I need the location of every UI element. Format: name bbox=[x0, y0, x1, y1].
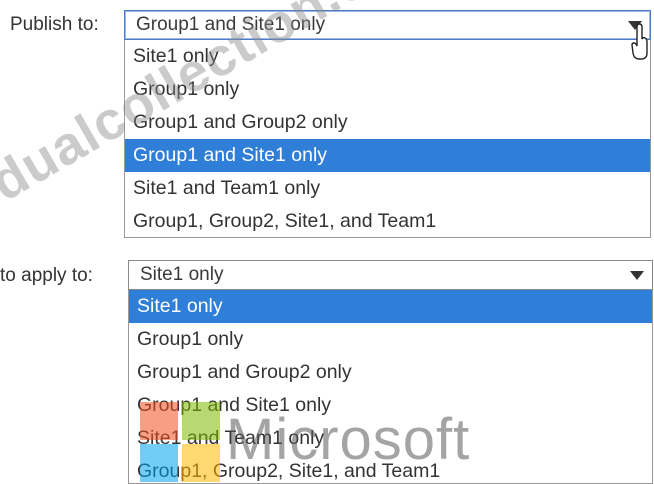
auto-apply-to-dropdown[interactable]: Site1 only bbox=[128, 260, 653, 290]
auto-apply-to-label: to apply to: bbox=[0, 265, 93, 286]
publish-to-option[interactable]: Site1 and Team1 only bbox=[125, 172, 650, 205]
publish-to-option[interactable]: Site1 only bbox=[125, 40, 650, 73]
chevron-down-icon[interactable] bbox=[622, 261, 652, 289]
auto-apply-to-option[interactable]: Site1 only bbox=[129, 290, 652, 323]
publish-to-dropdown[interactable]: Group1 and Site1 only bbox=[124, 10, 651, 40]
publish-to-option[interactable]: Group1 only bbox=[125, 73, 650, 106]
auto-apply-to-option[interactable]: Group1 and Group2 only bbox=[129, 356, 652, 389]
auto-apply-to-selected-value: Site1 only bbox=[140, 264, 224, 285]
auto-apply-to-options-list: Site1 only Group1 only Group1 and Group2 o… bbox=[128, 290, 653, 484]
auto-apply-to-option[interactable]: Site1 and Team1 only bbox=[129, 422, 652, 455]
hand-pointer-icon bbox=[631, 23, 648, 60]
auto-apply-to-option[interactable]: Group1, Group2, Site1, and Team1 bbox=[129, 455, 652, 484]
publish-to-selected-value: Group1 and Site1 only bbox=[136, 14, 326, 35]
screenshot-stage: Publish to: Group1 and Site1 only Site1 … bbox=[0, 0, 654, 484]
publish-to-option[interactable]: Group1 and Group2 only bbox=[125, 106, 650, 139]
publish-to-options-list: Site1 only Group1 only Group1 and Group2 o… bbox=[124, 40, 651, 238]
auto-apply-to-option[interactable]: Group1 and Site1 only bbox=[129, 389, 652, 422]
publish-to-option[interactable]: Group1, Group2, Site1, and Team1 bbox=[125, 205, 650, 238]
publish-to-label: Publish to: bbox=[10, 14, 99, 35]
publish-to-option[interactable]: Group1 and Site1 only bbox=[125, 139, 650, 172]
auto-apply-to-option[interactable]: Group1 only bbox=[129, 323, 652, 356]
